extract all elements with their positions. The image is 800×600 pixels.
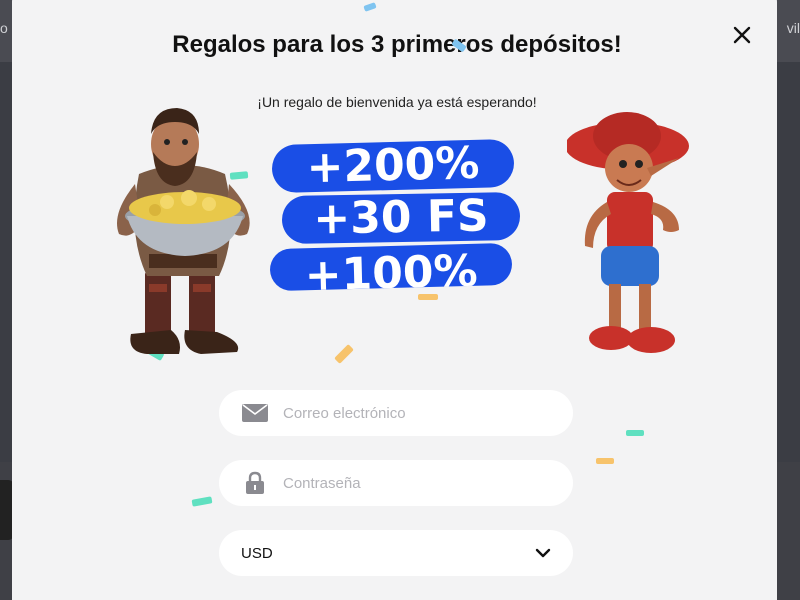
background-text-right: vil [786, 20, 800, 36]
password-field-container [219, 460, 573, 506]
background-text-left: o [0, 20, 8, 36]
lock-icon [241, 471, 269, 495]
modal-title: Regalos para los 3 primeros depósitos! [172, 31, 622, 58]
close-icon [733, 26, 751, 44]
puppet-character-illustration [567, 112, 689, 353]
currency-select[interactable]: USD [219, 530, 573, 576]
confetti-piece [418, 294, 438, 300]
envelope-icon [241, 401, 269, 425]
email-input[interactable] [283, 404, 543, 422]
welcome-bonus-modal: Regalos para los 3 primeros depósitos! ¡… [12, 0, 777, 600]
confetti-piece [191, 496, 213, 507]
bonus-sticker-3: +100% [269, 242, 513, 292]
close-button[interactable] [729, 22, 755, 48]
chevron-down-icon [535, 548, 551, 558]
confetti-piece [626, 430, 644, 436]
confetti-piece [334, 344, 354, 364]
adventurer-character-illustration [117, 108, 250, 354]
password-input[interactable] [283, 474, 543, 492]
email-field-container [219, 390, 573, 436]
bonus-sticker-1: +200% [271, 138, 515, 194]
bonus-sticker-2: +30 FS [281, 191, 521, 245]
confetti-piece [363, 2, 377, 12]
confetti-piece [596, 458, 614, 464]
currency-selected-value: USD [241, 544, 273, 562]
